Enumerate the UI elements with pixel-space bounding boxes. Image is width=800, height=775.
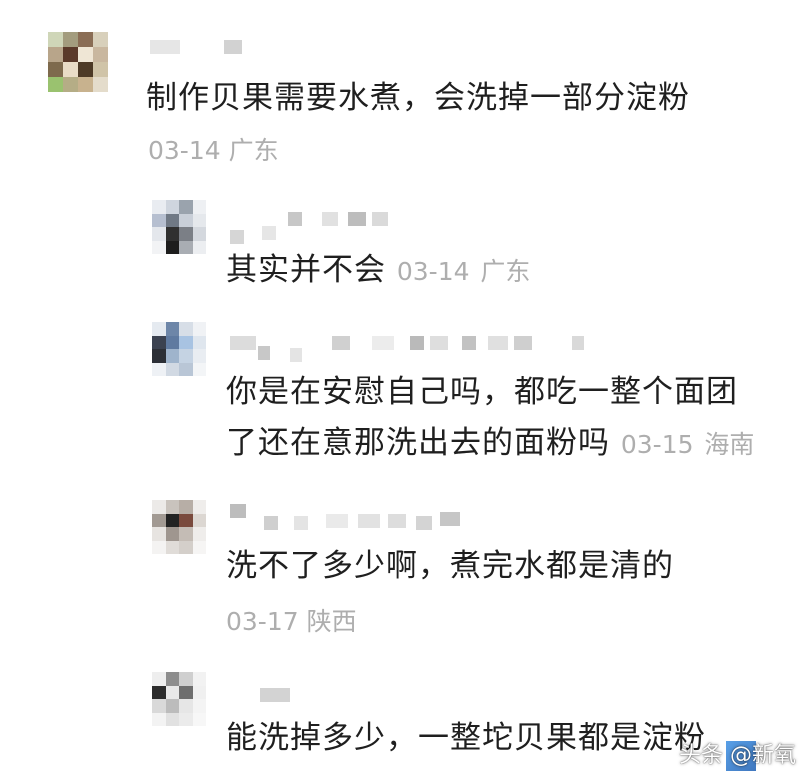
username-redacted[interactable] [150,40,250,58]
reply-text-content: 了还在意那洗出去的面粉吗 [226,425,610,461]
reply-text: 能洗掉多少，一整坨贝果都是淀粉 [226,720,706,756]
comment-date: 03-14 [396,257,470,286]
comment-date: 03-17 [226,607,299,636]
reply-text: 洗不了多少啊，煮完水都是清的 [226,548,674,584]
reply-text: 其实并不会 03-14 广东 [226,244,530,298]
avatar[interactable] [152,322,206,376]
username-redacted[interactable] [230,336,600,362]
comment-location: 广东 [228,136,279,165]
watermark: 头条 @新氧 [679,743,796,768]
comment-location: 广东 [480,257,531,286]
reply-text-line-1: 你是在安慰自己吗，都吃一整个面团 [226,374,738,410]
avatar[interactable] [48,32,108,92]
comment-meta: 03-17 陕西 [226,602,357,638]
username-redacted[interactable] [230,212,390,244]
comment-meta: 03-14 广东 [148,131,279,167]
reply-text-content: 其实并不会 [226,252,386,288]
avatar[interactable] [152,200,206,254]
comment-location: 陕西 [306,607,357,636]
avatar[interactable] [152,500,206,554]
comment-location: 海南 [704,430,755,459]
comment-text: 制作贝果需要水煮，会洗掉一部分淀粉 [146,80,690,116]
comment-date: 03-15 [620,430,694,459]
avatar[interactable] [152,672,206,726]
reply-text-line-2: 了还在意那洗出去的面粉吗 03-15 海南 [226,417,754,471]
username-redacted[interactable] [260,688,300,706]
username-redacted[interactable] [230,504,480,530]
comment-date: 03-14 [148,136,221,165]
